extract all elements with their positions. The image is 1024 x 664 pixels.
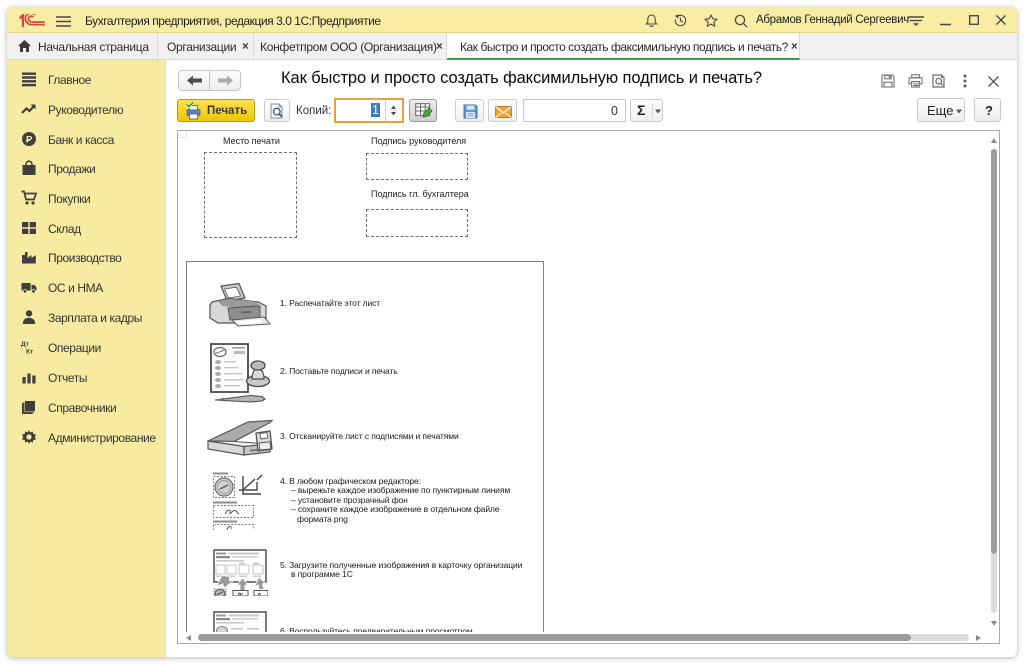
- svg-text:P: P: [26, 134, 33, 145]
- svg-text:Кт: Кт: [26, 348, 33, 355]
- svg-text:Дт: Дт: [21, 341, 29, 348]
